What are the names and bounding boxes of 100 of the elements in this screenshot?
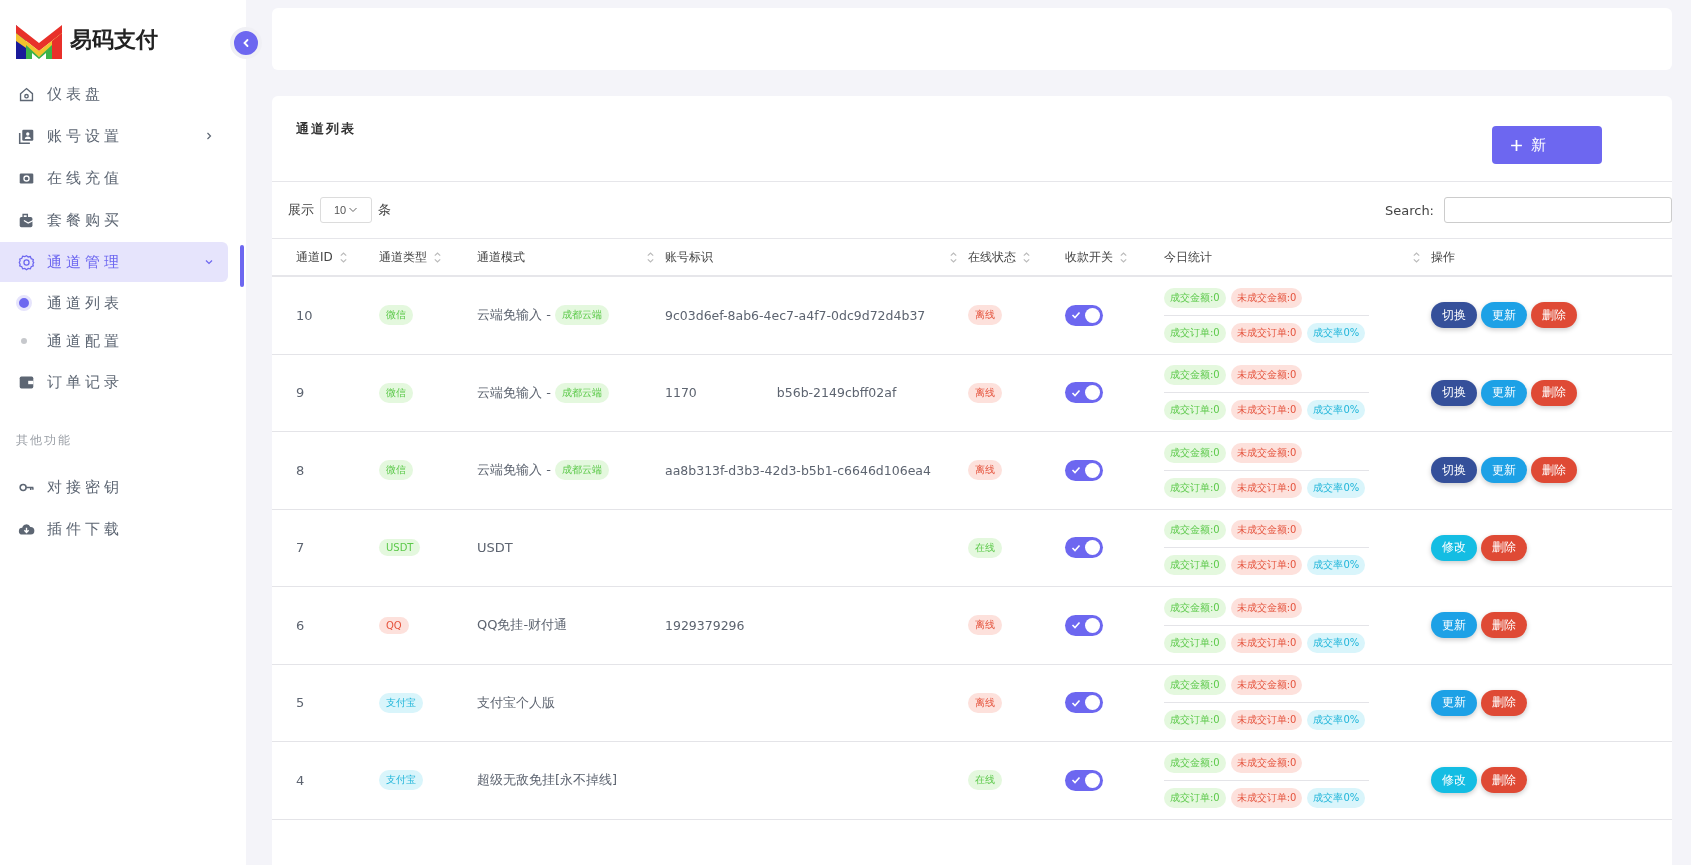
stat-tag: 未成交订单:0 — [1230, 400, 1303, 421]
column-header[interactable]: 通道ID — [296, 239, 379, 275]
section-label: 其他功能 — [15, 432, 73, 449]
mode-tag: 成都云端 — [554, 382, 609, 403]
toggle-switch[interactable] — [1065, 459, 1103, 481]
stat-tag: 未成交订单:0 — [1230, 787, 1303, 808]
toggle-switch[interactable] — [1065, 769, 1103, 791]
check-icon — [1071, 775, 1081, 786]
stat-tag: 成交订单:0 — [1164, 710, 1226, 731]
stat-tag: 未成交订单:0 — [1230, 632, 1303, 653]
sidebar-item[interactable]: 订单记录 — [0, 362, 228, 402]
chevron-left-icon — [241, 38, 251, 48]
status-tag: 离线 — [968, 305, 1002, 326]
sidebar-item[interactable]: 对接密钥 — [0, 467, 228, 507]
delete-button[interactable]: 删除 — [1531, 457, 1577, 484]
stat-tag: 成交金额:0 — [1164, 365, 1226, 386]
check-icon — [1071, 465, 1081, 476]
column-header[interactable]: 收款开关 — [1065, 239, 1164, 275]
column-header[interactable]: 在线状态 — [968, 239, 1065, 275]
column-header[interactable]: 今日统计 — [1164, 239, 1431, 275]
type-tag: QQ — [379, 616, 409, 634]
stat-tag: 未成交金额:0 — [1230, 752, 1303, 773]
table-cell: 5 — [296, 695, 305, 711]
card-title: 通道列表 — [296, 120, 356, 138]
submenu-item[interactable]: 通道列表 — [0, 284, 246, 322]
sidebar-item[interactable]: 账号设置 — [0, 116, 228, 156]
chevron-icon — [204, 131, 214, 141]
check-icon — [1071, 542, 1081, 553]
submenu-item[interactable]: 通道配置 — [0, 322, 246, 360]
type-tag: 微信 — [379, 382, 413, 403]
type-tag: 微信 — [379, 460, 413, 481]
add-button[interactable]: 新 — [1492, 126, 1602, 164]
stat-tag: 成交金额:0 — [1164, 287, 1226, 308]
mode-tag: 成都云端 — [554, 305, 609, 326]
stat-tag: 未成交金额:0 — [1230, 597, 1303, 618]
table-cell: 9 — [296, 385, 305, 401]
status-tag: 离线 — [968, 615, 1002, 636]
type-tag: 支付宝 — [379, 692, 423, 713]
home-icon — [18, 85, 35, 103]
table-cell: 1170 — [665, 385, 697, 401]
brand-name: 易码支付 — [70, 25, 158, 54]
stat-tag: 成交金额:0 — [1164, 752, 1226, 773]
table-cell: 6 — [296, 617, 305, 633]
stat-tag: 成交率0% — [1307, 632, 1366, 653]
delete-button[interactable]: 删除 — [1481, 612, 1527, 639]
chevron-icon — [204, 257, 214, 267]
delete-button[interactable]: 删除 — [1481, 534, 1527, 561]
toggle-switch[interactable] — [1065, 692, 1103, 714]
search-field[interactable] — [1444, 197, 1672, 223]
stat-tag: 成交率0% — [1307, 400, 1366, 421]
stat-tag: 未成交金额:0 — [1230, 675, 1303, 696]
toggle-switch[interactable] — [1065, 304, 1103, 326]
sidebar-item[interactable]: 在线充值 — [0, 158, 228, 198]
sidebar-item[interactable]: 通道管理 — [0, 242, 228, 282]
search-label: Search: — [1384, 202, 1434, 218]
table-cell: 超级无敌免挂[永不掉线] — [477, 771, 618, 790]
stat-tag: 成交订单:0 — [1164, 787, 1226, 808]
column-header[interactable]: 操作 — [1431, 239, 1672, 275]
caret-icon — [348, 205, 359, 215]
delete-button[interactable]: 删除 — [1481, 689, 1527, 716]
sidebar-item[interactable]: 套餐购买 — [0, 200, 228, 240]
stat-tag: 成交金额:0 — [1164, 597, 1226, 618]
stat-tag: 成交金额:0 — [1164, 520, 1226, 541]
stat-tag: 成交率0% — [1307, 787, 1366, 808]
toggle-switch[interactable] — [1065, 382, 1103, 404]
stat-tag: 成交率0% — [1307, 710, 1366, 731]
switch-button[interactable]: 切换 — [1431, 457, 1477, 484]
stat-tag: 成交金额:0 — [1164, 675, 1226, 696]
stat-tag: 未成交订单:0 — [1230, 477, 1303, 498]
page-size-select[interactable]: 10 — [320, 197, 372, 223]
stat-tag: 未成交金额:0 — [1230, 365, 1303, 386]
stat-tag: 成交金额:0 — [1164, 442, 1226, 463]
switch-button[interactable]: 切换 — [1431, 379, 1477, 406]
table-cell: aa8b313f-d3b3-42d3-b5b1-c6646d106ea4 — [665, 462, 931, 478]
toggle-switch[interactable] — [1065, 614, 1103, 636]
switch-button[interactable]: 切换 — [1431, 302, 1477, 329]
type-tag: 支付宝 — [379, 770, 423, 791]
delete-button[interactable]: 删除 — [1481, 767, 1527, 794]
card-icon — [18, 127, 35, 145]
column-header[interactable]: 账号标识 — [665, 239, 968, 275]
stat-tag: 未成交金额:0 — [1230, 442, 1303, 463]
gear-icon — [18, 253, 35, 271]
table-cell: b56b-2149cbff02af — [776, 385, 897, 401]
stat-tag: 成交订单:0 — [1164, 400, 1226, 421]
collapse-button[interactable] — [230, 27, 262, 59]
mode-tag: 成都云端 — [554, 460, 609, 481]
entries-label: 条 — [378, 201, 391, 219]
table-cell: 7 — [296, 540, 305, 556]
table-cell: 云端免输入 - — [477, 461, 551, 480]
delete-button[interactable]: 删除 — [1531, 379, 1577, 406]
stat-tag: 成交订单:0 — [1164, 555, 1226, 576]
table-cell: USDT — [477, 540, 513, 556]
status-tag: 离线 — [968, 692, 1002, 713]
column-header[interactable]: 通道类型 — [379, 239, 477, 275]
toggle-switch[interactable] — [1065, 537, 1103, 559]
sidebar-item[interactable]: 仪表盘 — [0, 74, 228, 114]
sidebar-item[interactable]: 插件下载 — [0, 509, 228, 549]
column-header[interactable]: 通道模式 — [477, 239, 665, 275]
delete-button[interactable]: 删除 — [1531, 302, 1577, 329]
table-cell: 10 — [296, 307, 313, 323]
